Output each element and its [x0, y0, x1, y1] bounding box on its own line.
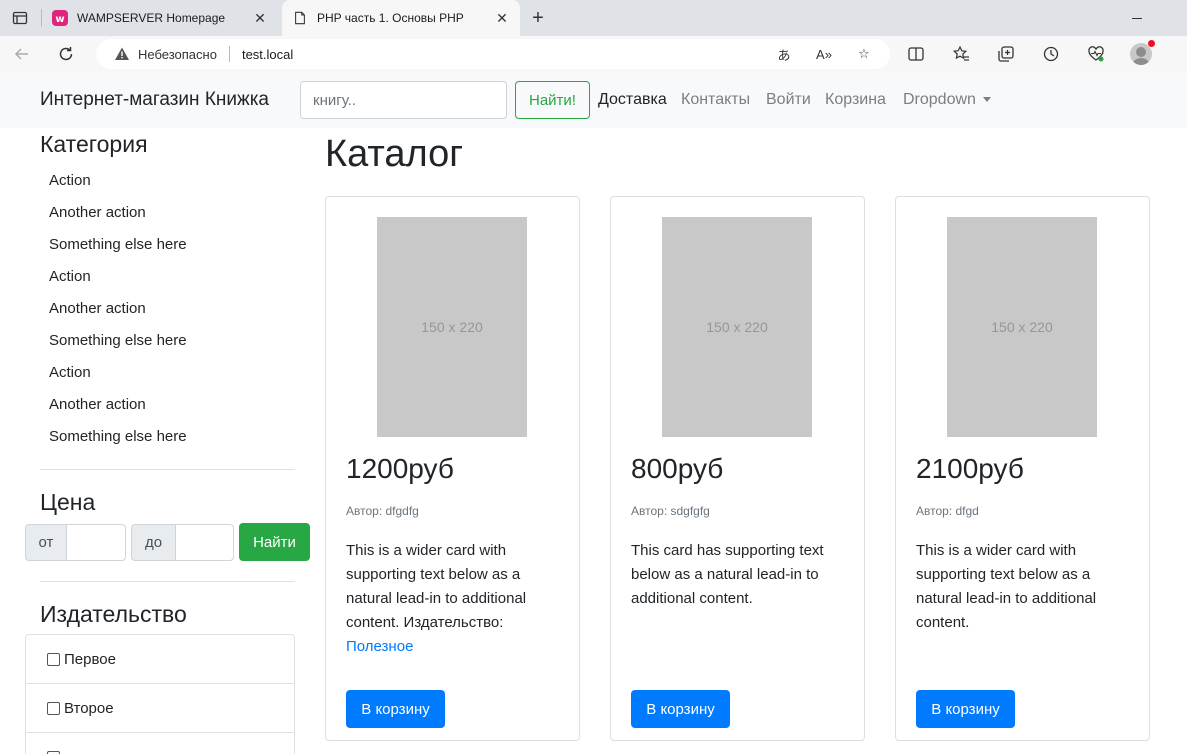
notification-dot — [1148, 40, 1155, 47]
read-aloud-icon[interactable]: A» — [814, 44, 834, 64]
nav-link-login[interactable]: Войти — [766, 91, 811, 109]
product-description: This is a wider card with supporting tex… — [346, 539, 566, 659]
category-item[interactable]: Another action — [49, 204, 146, 221]
browser-toolbar: Небезопасно test.local あ A» ☆ — [0, 36, 1187, 72]
nav-link-contacts[interactable]: Контакты — [681, 91, 750, 109]
publisher-item[interactable]: Первое — [26, 635, 294, 684]
sidebar-divider — [40, 469, 295, 470]
product-image[interactable]: 150 x 220 — [377, 217, 527, 437]
address-bar[interactable]: Небезопасно test.local あ A» ☆ — [96, 39, 890, 69]
back-icon[interactable] — [8, 40, 36, 68]
warning-icon[interactable] — [114, 46, 130, 62]
publisher-item[interactable]: Второе — [26, 684, 294, 733]
address-divider — [228, 46, 230, 62]
url-text[interactable]: test.local — [242, 47, 293, 62]
category-item[interactable]: Action — [49, 364, 91, 381]
description-text: This card has supporting text below as a… — [631, 542, 824, 607]
category-item[interactable]: Something else here — [49, 236, 187, 253]
product-price: 800руб — [631, 453, 724, 484]
price-to-label: до — [131, 524, 175, 561]
add-to-cart-button[interactable]: В корзину — [916, 690, 1015, 728]
category-item[interactable]: Action — [49, 268, 91, 285]
history-icon[interactable] — [1039, 42, 1063, 66]
price-to-group: до — [131, 524, 234, 561]
category-item[interactable]: Something else here — [49, 428, 187, 445]
page-icon — [292, 10, 308, 26]
close-tab-icon[interactable]: ✕ — [248, 6, 272, 30]
category-item[interactable]: Another action — [49, 396, 146, 413]
publisher-heading: Издательство — [40, 601, 187, 627]
sidebar-divider — [40, 581, 295, 582]
product-price: 1200руб — [346, 453, 454, 484]
nav-dropdown-label: Dropdown — [903, 91, 976, 108]
product-card: 150 x 220 1200руб Автор: dfgdfg This is … — [325, 196, 580, 741]
category-item[interactable]: Action — [49, 172, 91, 189]
tab-actions-icon[interactable] — [8, 6, 32, 30]
profile-avatar[interactable] — [1129, 40, 1155, 66]
price-from-group: от — [25, 524, 126, 561]
publisher-checkbox[interactable] — [47, 701, 60, 715]
nav-dropdown[interactable]: Dropdown — [903, 91, 991, 109]
price-to-input[interactable] — [175, 524, 234, 561]
price-from-input[interactable] — [66, 524, 126, 561]
product-price: 2100руб — [916, 453, 1024, 484]
tab-title: WAMPSERVER Homepage — [77, 11, 226, 25]
publisher-label: Первое — [64, 650, 116, 668]
translate-icon[interactable]: あ — [774, 44, 794, 64]
search-button[interactable]: Найти! — [515, 81, 590, 119]
description-text: This is a wider card with supporting tex… — [346, 542, 527, 631]
add-to-cart-button[interactable]: В корзину — [631, 690, 730, 728]
category-heading: Категория — [40, 131, 148, 157]
category-item[interactable]: Something else here — [49, 332, 187, 349]
site-brand[interactable]: Интернет-магазин Книжка — [40, 89, 269, 111]
product-card: 150 x 220 2100руб Автор: dfgd This is a … — [895, 196, 1150, 741]
favorite-icon[interactable]: ☆ — [854, 44, 874, 64]
close-tab-icon[interactable]: ✕ — [490, 6, 514, 30]
site-navbar: Интернет-магазин Книжка Найти! Доставка … — [0, 72, 1187, 128]
publisher-checkbox[interactable] — [47, 652, 60, 666]
tab-title: PHP часть 1. Основы PHP — [317, 11, 464, 25]
tab-separator — [41, 9, 42, 27]
product-card: 150 x 220 800руб Автор: sdgfgfg This car… — [610, 196, 865, 741]
collections-icon[interactable] — [994, 42, 1018, 66]
add-to-cart-button[interactable]: В корзину — [346, 690, 445, 728]
price-heading: Цена — [40, 489, 96, 515]
reload-icon[interactable] — [52, 40, 80, 68]
browser-tab-bar: w WAMPSERVER Homepage ✕ PHP часть 1. Осн… — [0, 0, 1187, 36]
product-image[interactable]: 150 x 220 — [947, 217, 1097, 437]
caret-down-icon — [982, 97, 991, 103]
page-title: Каталог — [325, 133, 464, 175]
publisher-label: Второе — [64, 699, 114, 717]
new-tab-icon[interactable]: + — [526, 6, 550, 30]
product-author: Автор: dfgd — [916, 504, 979, 518]
description-text: This is a wider card with supporting tex… — [916, 542, 1097, 631]
publisher-list: Первое Второе — [25, 634, 295, 754]
split-screen-icon[interactable] — [904, 42, 928, 66]
price-from-label: от — [25, 524, 66, 561]
minimize-icon[interactable] — [1122, 8, 1152, 28]
nav-link-cart[interactable]: Корзина — [825, 91, 886, 109]
price-filter-button[interactable]: Найти — [239, 523, 310, 561]
search-input[interactable] — [300, 81, 507, 119]
product-image[interactable]: 150 x 220 — [662, 217, 812, 437]
product-author: Автор: sdgfgfg — [631, 504, 710, 518]
publisher-checkbox[interactable] — [47, 750, 60, 754]
favorites-icon[interactable] — [949, 42, 973, 66]
nav-link-delivery[interactable]: Доставка — [598, 91, 667, 109]
security-label[interactable]: Небезопасно — [138, 47, 217, 62]
category-item[interactable]: Another action — [49, 300, 146, 317]
wampserver-icon: w — [52, 10, 68, 26]
tab-wampserver[interactable]: w WAMPSERVER Homepage ✕ — [44, 0, 278, 36]
product-description: This is a wider card with supporting tex… — [916, 539, 1136, 635]
product-author: Автор: dfgdfg — [346, 504, 419, 518]
health-icon[interactable] — [1084, 42, 1108, 66]
product-description: This card has supporting text below as a… — [631, 539, 851, 611]
tab-php[interactable]: PHP часть 1. Основы PHP ✕ — [282, 0, 520, 36]
svg-text:w: w — [55, 14, 64, 25]
publisher-item[interactable] — [26, 733, 294, 754]
publisher-link[interactable]: Полезное — [346, 638, 413, 655]
